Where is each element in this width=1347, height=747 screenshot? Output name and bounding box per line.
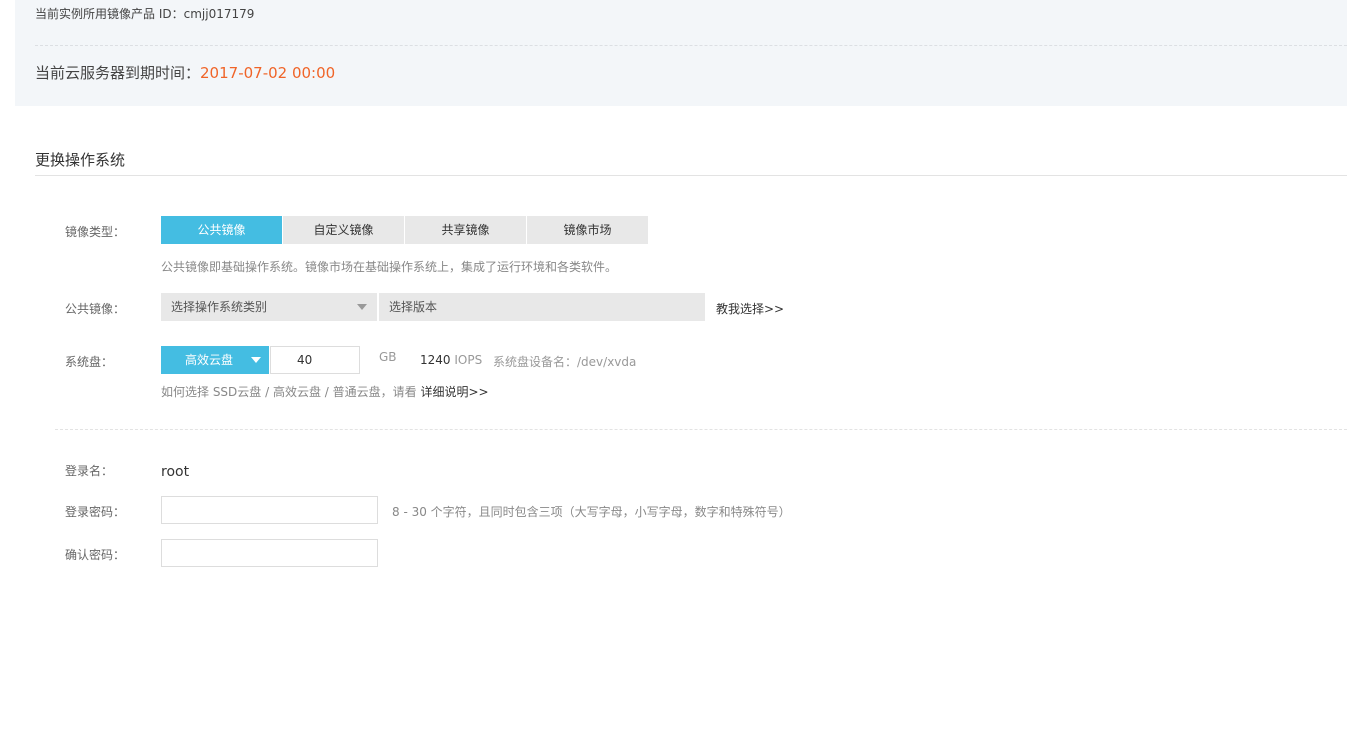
disk-size-unit: GB	[379, 350, 397, 364]
login-name-label: 登录名：	[65, 464, 114, 478]
help-choose-link[interactable]: 教我选择>>	[716, 300, 784, 317]
password-input[interactable]	[161, 496, 378, 524]
chevron-down-icon	[357, 304, 367, 310]
product-id-label: 当前实例所用镜像产品 ID：	[35, 7, 184, 21]
disk-type-dropdown[interactable]: 高效云盘	[161, 346, 269, 374]
image-type-hint: 公共镜像即基础操作系统。镜像市场在基础操作系统上，集成了运行环境和各类软件。	[161, 260, 618, 274]
os-category-select-text: 选择操作系统类别	[171, 300, 268, 314]
disk-size-input[interactable]	[270, 346, 360, 374]
form-divider	[55, 429, 1347, 430]
password-hint: 8 - 30 个字符，且同时包含三项（大写字母，小写字母，数字和特殊符号）	[392, 505, 791, 519]
disk-detail-link[interactable]: 详细说明>>	[420, 385, 488, 399]
version-select-text: 选择版本	[389, 300, 438, 314]
system-disk-label: 系统盘：	[65, 355, 114, 369]
tab-shared-image[interactable]: 共享镜像	[405, 216, 526, 244]
product-id-row: 当前实例所用镜像产品 ID：cmjj017179	[35, 5, 254, 22]
confirm-password-input[interactable]	[161, 539, 378, 567]
section-title: 更换操作系统	[35, 151, 126, 169]
image-type-tabs: 公共镜像 自定义镜像 共享镜像 镜像市场	[161, 216, 649, 244]
expire-value: 2017-07-02 00:00	[200, 64, 336, 82]
image-type-label: 镜像类型：	[65, 225, 126, 239]
password-label: 登录密码：	[65, 505, 126, 519]
login-name-value: root	[161, 464, 190, 480]
instance-info-panel: 当前实例所用镜像产品 ID：cmjj017179 当前云服务器到期时间：2017…	[15, 0, 1347, 106]
section-divider	[35, 175, 1347, 176]
expire-label: 当前云服务器到期时间：	[35, 64, 201, 82]
iops-unit: IOPS	[454, 353, 483, 367]
tab-image-market[interactable]: 镜像市场	[527, 216, 648, 244]
expire-row: 当前云服务器到期时间：2017-07-02 00:00	[35, 62, 335, 83]
public-image-label: 公共镜像：	[65, 302, 126, 316]
confirm-password-label: 确认密码：	[65, 548, 126, 562]
os-category-select[interactable]: 选择操作系统类别	[161, 293, 377, 321]
tab-custom-image[interactable]: 自定义镜像	[283, 216, 404, 244]
tab-public-image[interactable]: 公共镜像	[161, 216, 282, 244]
disk-hint-text: 如何选择 SSD云盘 / 高效云盘 / 普通云盘，请看	[161, 385, 417, 399]
device-name: 系统盘设备名：/dev/xvda	[493, 355, 637, 369]
panel-divider	[35, 45, 1347, 46]
disk-hint: 如何选择 SSD云盘 / 高效云盘 / 普通云盘，请看 详细说明>>	[161, 383, 489, 400]
iops-info: 1240 IOPS	[420, 353, 482, 367]
chevron-down-icon	[251, 357, 261, 363]
product-id-value: cmjj017179	[183, 7, 255, 21]
version-select[interactable]: 选择版本	[379, 293, 705, 321]
disk-type-text: 高效云盘	[185, 353, 234, 367]
iops-value: 1240	[420, 353, 451, 367]
